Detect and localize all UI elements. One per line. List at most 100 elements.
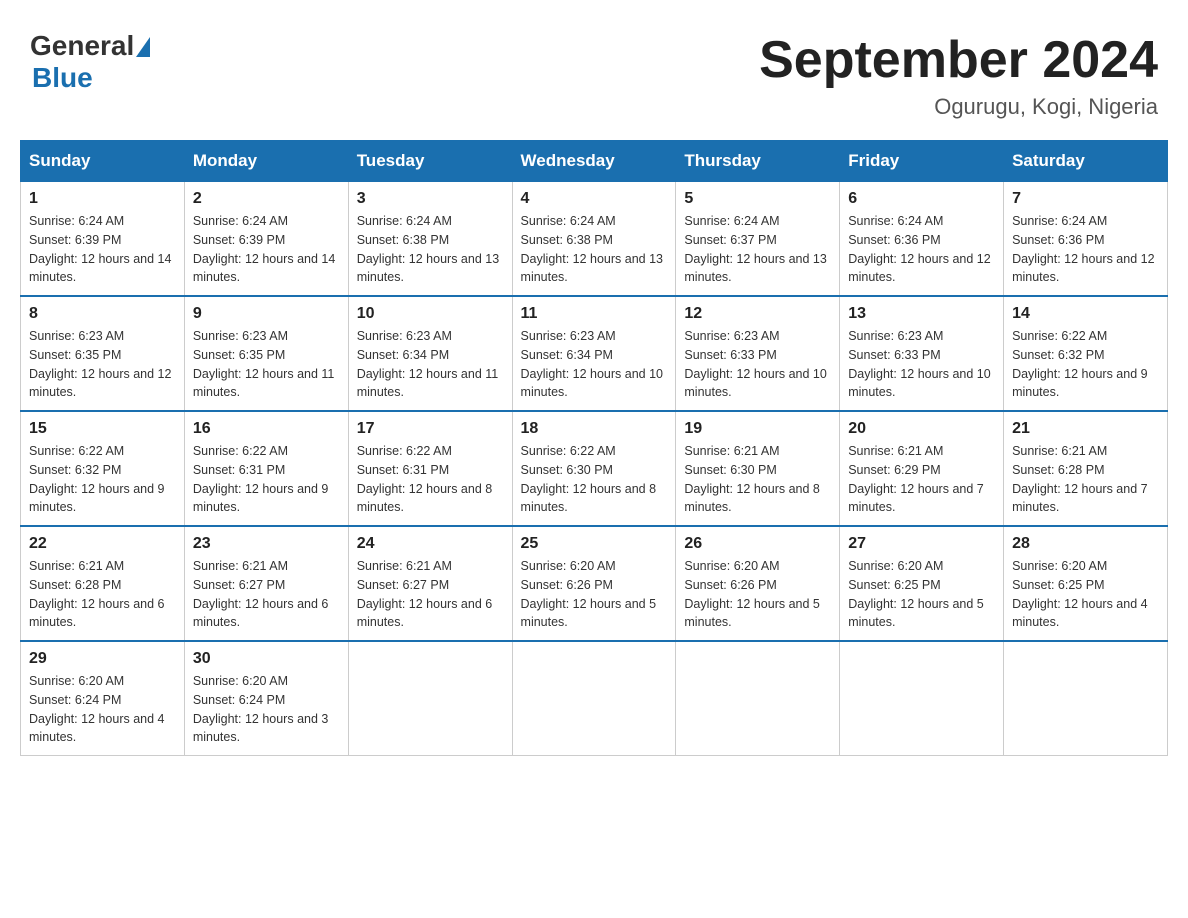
day-info: Sunrise: 6:23 AMSunset: 6:33 PMDaylight:…	[684, 327, 831, 402]
day-info: Sunrise: 6:21 AMSunset: 6:29 PMDaylight:…	[848, 442, 995, 517]
calendar-cell	[512, 641, 676, 756]
weekday-header-tuesday: Tuesday	[348, 141, 512, 182]
day-number: 1	[29, 190, 176, 208]
day-info: Sunrise: 6:23 AMSunset: 6:35 PMDaylight:…	[29, 327, 176, 402]
day-info: Sunrise: 6:24 AMSunset: 6:39 PMDaylight:…	[29, 212, 176, 287]
day-number: 19	[684, 420, 831, 438]
day-info: Sunrise: 6:24 AMSunset: 6:39 PMDaylight:…	[193, 212, 340, 287]
day-info: Sunrise: 6:22 AMSunset: 6:32 PMDaylight:…	[29, 442, 176, 517]
weekday-header-wednesday: Wednesday	[512, 141, 676, 182]
day-info: Sunrise: 6:21 AMSunset: 6:27 PMDaylight:…	[357, 557, 504, 632]
title-section: September 2024 Ogurugu, Kogi, Nigeria	[759, 30, 1158, 120]
day-info: Sunrise: 6:20 AMSunset: 6:25 PMDaylight:…	[848, 557, 995, 632]
calendar-cell: 15 Sunrise: 6:22 AMSunset: 6:32 PMDayligh…	[21, 411, 185, 526]
day-info: Sunrise: 6:21 AMSunset: 6:27 PMDaylight:…	[193, 557, 340, 632]
day-number: 7	[1012, 190, 1159, 208]
day-number: 2	[193, 190, 340, 208]
calendar-cell: 27 Sunrise: 6:20 AMSunset: 6:25 PMDayligh…	[840, 526, 1004, 641]
day-info: Sunrise: 6:22 AMSunset: 6:31 PMDaylight:…	[193, 442, 340, 517]
calendar-week-row: 15 Sunrise: 6:22 AMSunset: 6:32 PMDayligh…	[21, 411, 1168, 526]
calendar-title: September 2024	[759, 30, 1158, 90]
day-info: Sunrise: 6:23 AMSunset: 6:34 PMDaylight:…	[521, 327, 668, 402]
calendar-cell: 3 Sunrise: 6:24 AMSunset: 6:38 PMDaylight…	[348, 182, 512, 297]
calendar-cell: 28Sunrise: 6:20 AMSunset: 6:25 PMDayligh…	[1004, 526, 1168, 641]
day-info: Sunrise: 6:23 AMSunset: 6:35 PMDaylight:…	[193, 327, 340, 402]
day-number: 26	[684, 535, 831, 553]
day-info: Sunrise: 6:24 AMSunset: 6:36 PMDaylight:…	[848, 212, 995, 287]
calendar-cell: 5Sunrise: 6:24 AMSunset: 6:37 PMDaylight…	[676, 182, 840, 297]
day-number: 11	[521, 305, 668, 323]
calendar-cell: 19 Sunrise: 6:21 AMSunset: 6:30 PMDayligh…	[676, 411, 840, 526]
day-number: 24	[357, 535, 504, 553]
day-number: 13	[848, 305, 995, 323]
calendar-cell: 4 Sunrise: 6:24 AMSunset: 6:38 PMDaylight…	[512, 182, 676, 297]
calendar-cell: 7Sunrise: 6:24 AMSunset: 6:36 PMDaylight…	[1004, 182, 1168, 297]
calendar-cell: 11 Sunrise: 6:23 AMSunset: 6:34 PMDayligh…	[512, 296, 676, 411]
calendar-cell	[676, 641, 840, 756]
day-number: 8	[29, 305, 176, 323]
calendar-week-row: 8 Sunrise: 6:23 AMSunset: 6:35 PMDaylight…	[21, 296, 1168, 411]
day-info: Sunrise: 6:20 AMSunset: 6:24 PMDaylight:…	[29, 672, 176, 747]
page-header: General Blue September 2024 Ogurugu, Kog…	[20, 20, 1168, 120]
calendar-week-row: 22 Sunrise: 6:21 AMSunset: 6:28 PMDayligh…	[21, 526, 1168, 641]
calendar-cell: 16 Sunrise: 6:22 AMSunset: 6:31 PMDayligh…	[184, 411, 348, 526]
calendar-cell: 29 Sunrise: 6:20 AMSunset: 6:24 PMDayligh…	[21, 641, 185, 756]
calendar-cell: 24 Sunrise: 6:21 AMSunset: 6:27 PMDayligh…	[348, 526, 512, 641]
logo-general-text: General	[30, 30, 134, 62]
weekday-header-saturday: Saturday	[1004, 141, 1168, 182]
day-info: Sunrise: 6:22 AMSunset: 6:31 PMDaylight:…	[357, 442, 504, 517]
calendar-cell: 18 Sunrise: 6:22 AMSunset: 6:30 PMDayligh…	[512, 411, 676, 526]
calendar-cell: 10 Sunrise: 6:23 AMSunset: 6:34 PMDayligh…	[348, 296, 512, 411]
day-number: 27	[848, 535, 995, 553]
day-info: Sunrise: 6:20 AMSunset: 6:26 PMDaylight:…	[684, 557, 831, 632]
day-number: 14	[1012, 305, 1159, 323]
calendar-cell: 2 Sunrise: 6:24 AMSunset: 6:39 PMDaylight…	[184, 182, 348, 297]
day-number: 15	[29, 420, 176, 438]
day-info: Sunrise: 6:23 AMSunset: 6:34 PMDaylight:…	[357, 327, 504, 402]
day-number: 29	[29, 650, 176, 668]
logo-blue-text: Blue	[32, 62, 93, 94]
calendar-cell	[840, 641, 1004, 756]
day-number: 18	[521, 420, 668, 438]
weekday-header-friday: Friday	[840, 141, 1004, 182]
day-info: Sunrise: 6:20 AMSunset: 6:24 PMDaylight:…	[193, 672, 340, 747]
weekday-header-sunday: Sunday	[21, 141, 185, 182]
day-number: 10	[357, 305, 504, 323]
day-number: 4	[521, 190, 668, 208]
day-info: Sunrise: 6:24 AMSunset: 6:38 PMDaylight:…	[521, 212, 668, 287]
calendar-cell: 22 Sunrise: 6:21 AMSunset: 6:28 PMDayligh…	[21, 526, 185, 641]
calendar-cell: 20Sunrise: 6:21 AMSunset: 6:29 PMDayligh…	[840, 411, 1004, 526]
weekday-header-thursday: Thursday	[676, 141, 840, 182]
day-info: Sunrise: 6:20 AMSunset: 6:25 PMDaylight:…	[1012, 557, 1159, 632]
calendar-table: SundayMondayTuesdayWednesdayThursdayFrid…	[20, 140, 1168, 756]
calendar-cell: 8 Sunrise: 6:23 AMSunset: 6:35 PMDaylight…	[21, 296, 185, 411]
day-number: 3	[357, 190, 504, 208]
day-info: Sunrise: 6:20 AMSunset: 6:26 PMDaylight:…	[521, 557, 668, 632]
day-number: 23	[193, 535, 340, 553]
calendar-week-row: 29 Sunrise: 6:20 AMSunset: 6:24 PMDayligh…	[21, 641, 1168, 756]
day-number: 21	[1012, 420, 1159, 438]
day-info: Sunrise: 6:23 AMSunset: 6:33 PMDaylight:…	[848, 327, 995, 402]
day-number: 25	[521, 535, 668, 553]
day-info: Sunrise: 6:21 AMSunset: 6:28 PMDaylight:…	[29, 557, 176, 632]
day-number: 22	[29, 535, 176, 553]
calendar-subtitle: Ogurugu, Kogi, Nigeria	[759, 94, 1158, 120]
calendar-cell: 9Sunrise: 6:23 AMSunset: 6:35 PMDaylight…	[184, 296, 348, 411]
day-info: Sunrise: 6:22 AMSunset: 6:30 PMDaylight:…	[521, 442, 668, 517]
calendar-cell: 1 Sunrise: 6:24 AMSunset: 6:39 PMDaylight…	[21, 182, 185, 297]
calendar-cell: 23 Sunrise: 6:21 AMSunset: 6:27 PMDayligh…	[184, 526, 348, 641]
logo: General Blue	[30, 30, 150, 94]
day-info: Sunrise: 6:24 AMSunset: 6:38 PMDaylight:…	[357, 212, 504, 287]
day-info: Sunrise: 6:21 AMSunset: 6:30 PMDaylight:…	[684, 442, 831, 517]
day-info: Sunrise: 6:22 AMSunset: 6:32 PMDaylight:…	[1012, 327, 1159, 402]
calendar-cell: 26 Sunrise: 6:20 AMSunset: 6:26 PMDayligh…	[676, 526, 840, 641]
day-number: 12	[684, 305, 831, 323]
day-info: Sunrise: 6:24 AMSunset: 6:37 PMDaylight:…	[684, 212, 831, 287]
calendar-cell: 25 Sunrise: 6:20 AMSunset: 6:26 PMDayligh…	[512, 526, 676, 641]
day-number: 30	[193, 650, 340, 668]
day-info: Sunrise: 6:21 AMSunset: 6:28 PMDaylight:…	[1012, 442, 1159, 517]
calendar-cell: 13 Sunrise: 6:23 AMSunset: 6:33 PMDayligh…	[840, 296, 1004, 411]
calendar-week-row: 1 Sunrise: 6:24 AMSunset: 6:39 PMDaylight…	[21, 182, 1168, 297]
day-number: 16	[193, 420, 340, 438]
calendar-cell	[1004, 641, 1168, 756]
